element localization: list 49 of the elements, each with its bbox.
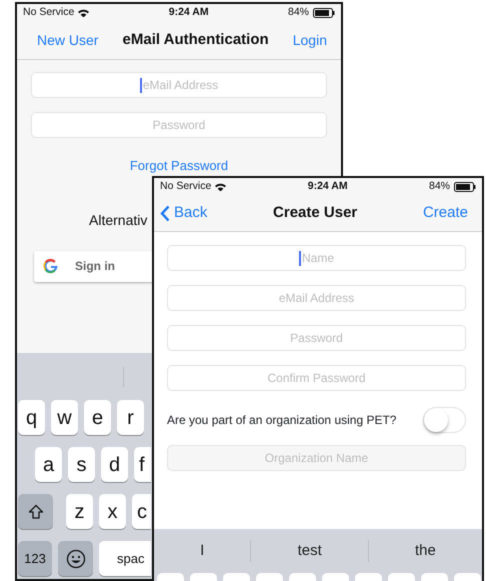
keyboard-key[interactable]: 123: [18, 541, 52, 576]
screen-title: Create User: [273, 203, 358, 224]
shift-arrow-icon: [28, 504, 44, 520]
toggle-switch[interactable]: [423, 407, 466, 433]
placeholder-text: Name: [302, 250, 334, 267]
emoji-key[interactable]: [58, 541, 93, 576]
create-button[interactable]: Create: [422, 202, 468, 225]
battery-icon: [454, 182, 476, 192]
space-key[interactable]: spac: [99, 541, 151, 576]
placeholder-text: Password: [152, 117, 206, 134]
keyboard-key[interactable]: d: [101, 447, 128, 482]
battery-icon: [313, 8, 335, 18]
carrier-label: No Service: [160, 179, 212, 194]
login-link[interactable]: Login: [292, 30, 327, 51]
keyboard-key[interactable]: z: [66, 494, 93, 529]
keyboard-key[interactable]: q: [18, 400, 45, 435]
keyboard-key[interactable]: a: [35, 447, 62, 482]
toggle-label: Are you part of an organization using PET?: [167, 412, 396, 429]
battery-percent: 84%: [288, 5, 309, 20]
placeholder-text: Password: [290, 330, 343, 347]
screen-title: eMail Authentication: [122, 30, 269, 50]
placeholder-text: Confirm Password: [267, 370, 366, 387]
suggestion-button[interactable]: I: [154, 538, 250, 564]
keyboard-key[interactable]: f: [134, 447, 151, 482]
keyboard-key[interactable]: x: [99, 494, 126, 529]
suggestion-button[interactable]: the: [368, 538, 482, 564]
clock-time: 9:24 AM: [168, 5, 209, 20]
wifi-icon: [215, 183, 226, 191]
keyboard-key[interactable]: s: [68, 447, 95, 482]
keyboard-key[interactable]: c: [132, 494, 151, 529]
keyboard-key[interactable]: e: [84, 400, 111, 435]
google-g-icon: [43, 258, 59, 274]
wifi-icon: [78, 9, 90, 17]
keyboard-key[interactable]: w: [51, 400, 78, 435]
carrier-label: No Service: [23, 5, 74, 20]
placeholder-text: eMail Address: [142, 77, 218, 94]
shift-key[interactable]: [18, 494, 53, 529]
keyboard-key[interactable]: r: [117, 400, 144, 435]
placeholder-text: eMail Address: [278, 290, 354, 307]
placeholder-text: Organization Name: [264, 450, 368, 467]
chevron-left-icon: [160, 205, 170, 222]
new-user-link[interactable]: New User: [37, 30, 98, 51]
back-button[interactable]: Back: [160, 202, 208, 225]
suggestion-button[interactable]: test: [251, 538, 368, 564]
smiley-icon: [66, 548, 86, 568]
section-heading: Alternativ: [89, 210, 148, 230]
forgot-password-link[interactable]: Forgot Password: [130, 156, 228, 176]
clock-time: 9:24 AM: [308, 179, 348, 194]
battery-percent: 84%: [428, 179, 450, 194]
